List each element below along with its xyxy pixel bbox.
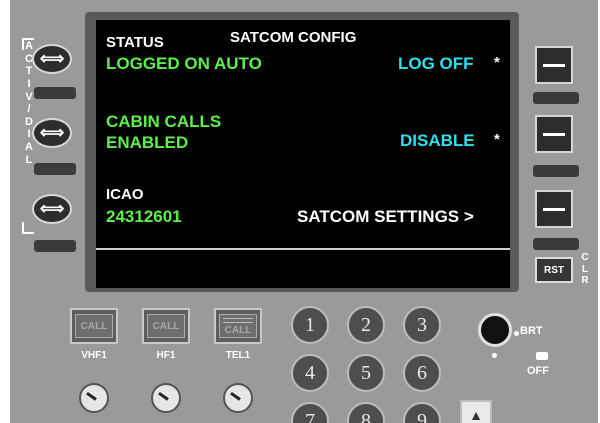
- lsk-right-3-indicator: [533, 238, 579, 250]
- lsk-right-2-indicator: [533, 165, 579, 177]
- cabin-calls-label: CABIN CALLS: [106, 112, 222, 131]
- log-off-marker: *: [494, 54, 500, 71]
- disable-option[interactable]: DISABLE: [400, 132, 475, 149]
- scroll-up-button[interactable]: ▲: [460, 400, 492, 423]
- volume-knob-vhf1[interactable]: [79, 383, 109, 413]
- call-label: CALL: [80, 320, 108, 332]
- scratchpad-separator: [96, 248, 510, 250]
- lsk-left-2[interactable]: ⟺: [32, 118, 72, 148]
- rst-button[interactable]: RST: [535, 257, 573, 283]
- radio-label-tel1: TEL1: [225, 350, 251, 361]
- dash-icon: [543, 132, 565, 136]
- lsk-left-1-indicator: [34, 87, 76, 99]
- icao-value: 24312601: [106, 207, 182, 226]
- off-label: OFF: [527, 365, 549, 377]
- dash-icon: [543, 207, 565, 211]
- swap-arrows-icon: ⟺: [39, 123, 65, 142]
- status-value: LOGGED ON AUTO: [106, 54, 262, 73]
- lsk-left-3[interactable]: ⟺: [32, 194, 72, 224]
- call-button-vhf1[interactable]: CALL: [70, 308, 118, 344]
- brightness-knob[interactable]: [478, 313, 512, 347]
- dash-icon: [543, 63, 565, 67]
- key-1[interactable]: 1: [291, 306, 329, 344]
- volume-knob-tel1[interactable]: [223, 383, 253, 413]
- lsk-right-1[interactable]: [535, 46, 573, 84]
- key-6[interactable]: 6: [403, 354, 441, 392]
- volume-knob-hf1[interactable]: [151, 383, 181, 413]
- clr-label: C L R: [581, 252, 589, 286]
- swap-arrows-icon: ⟺: [39, 199, 65, 218]
- cabin-calls-status: ENABLED: [106, 133, 189, 152]
- icao-label: ICAO: [106, 186, 144, 203]
- lsk-right-3[interactable]: [535, 190, 573, 228]
- radio-label-hf1: HF1: [156, 350, 176, 361]
- key-2[interactable]: 2: [347, 306, 385, 344]
- brightness-indicator-dot: [514, 331, 519, 336]
- status-label: STATUS: [106, 34, 164, 51]
- key-4[interactable]: 4: [291, 354, 329, 392]
- key-3[interactable]: 3: [403, 306, 441, 344]
- swap-arrows-icon: ⟺: [39, 49, 65, 68]
- brightness-label: BRT: [520, 325, 543, 337]
- lsk-left-3-indicator: [34, 240, 76, 252]
- call-label: CALL: [152, 320, 180, 332]
- brightness-min-dot: [492, 353, 497, 358]
- lsk-left-1[interactable]: ⟺: [32, 44, 72, 74]
- log-off-option[interactable]: LOG OFF: [398, 55, 474, 72]
- off-indicator: [536, 352, 548, 360]
- call-button-hf1[interactable]: CALL: [142, 308, 190, 344]
- up-arrow-icon: ▲: [469, 407, 483, 423]
- radio-label-vhf1: VHF1: [81, 350, 107, 361]
- lsk-right-1-indicator: [533, 92, 579, 104]
- page-title: SATCOM CONFIG: [230, 29, 357, 46]
- satcom-settings-option[interactable]: SATCOM SETTINGS >: [297, 208, 474, 225]
- disable-marker: *: [494, 131, 500, 148]
- lsk-right-2[interactable]: [535, 115, 573, 153]
- call-label: CALL: [224, 324, 252, 336]
- lsk-left-2-indicator: [34, 163, 76, 175]
- key-5[interactable]: 5: [347, 354, 385, 392]
- call-button-tel1[interactable]: CALL: [214, 308, 262, 344]
